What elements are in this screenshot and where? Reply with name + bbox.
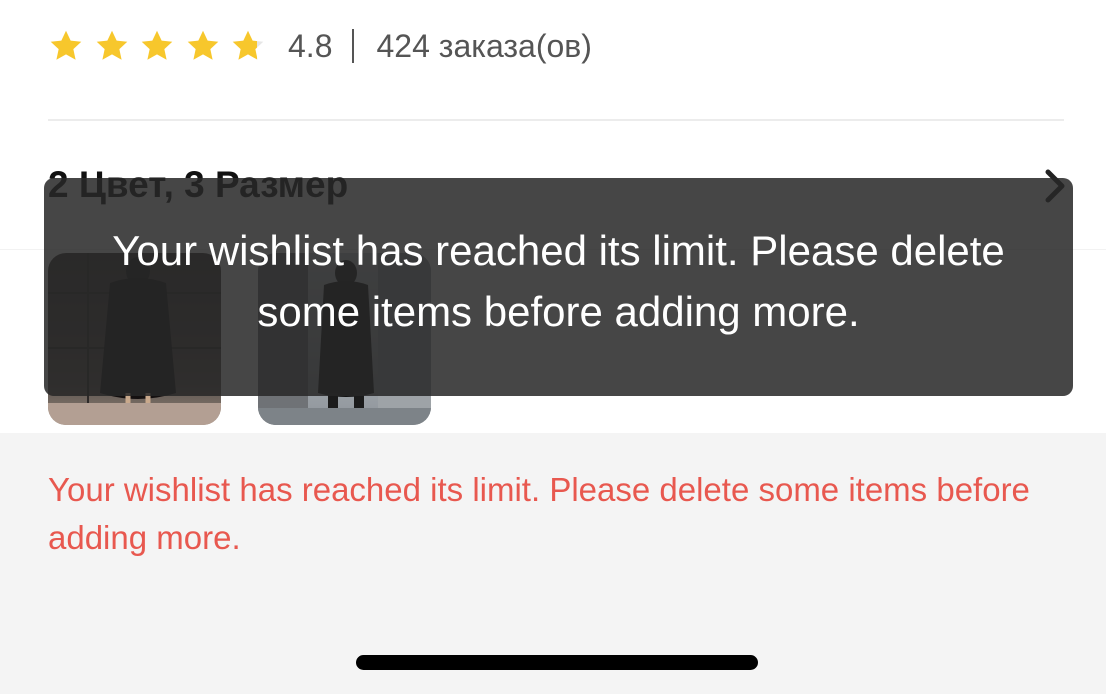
star-icon xyxy=(96,30,127,60)
divider xyxy=(48,119,1064,121)
rating-stars xyxy=(48,28,266,64)
toast-message: Your wishlist has reached its limit. Ple… xyxy=(112,227,1005,335)
star-icon xyxy=(187,30,218,60)
star-partial-icon xyxy=(232,30,264,60)
orders-count: 424 заказа(ов) xyxy=(376,27,592,64)
star-icon xyxy=(141,30,173,60)
home-indicator[interactable] xyxy=(356,655,758,670)
rating-row: 4.8 424 заказа(ов) xyxy=(48,24,592,68)
toast-notification: Your wishlist has reached its limit. Ple… xyxy=(44,178,1073,396)
wishlist-error-message: Your wishlist has reached its limit. Ple… xyxy=(48,471,1030,556)
star-icon xyxy=(50,30,82,60)
rating-separator xyxy=(352,29,355,63)
rating-value: 4.8 xyxy=(288,27,333,64)
